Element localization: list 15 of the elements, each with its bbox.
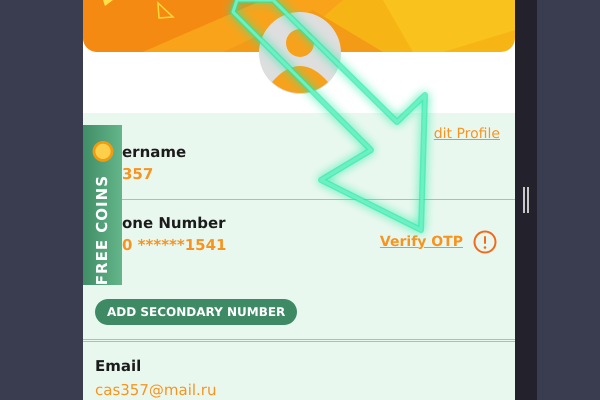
field-value: 0 ******1541 bbox=[122, 236, 226, 254]
field-label: one Number bbox=[122, 214, 226, 232]
field-label: ername bbox=[122, 143, 186, 161]
free-coins-tab[interactable]: FREE COINS bbox=[83, 125, 122, 285]
verify-link[interactable]: Verify OTP bbox=[380, 232, 463, 252]
add-secondary-number-button[interactable]: ADD SECONDARY NUMBER bbox=[95, 299, 298, 325]
field-value: 357 bbox=[122, 165, 154, 183]
field-label: Email bbox=[95, 357, 142, 375]
warning-icon bbox=[473, 230, 497, 254]
resize-handle[interactable] bbox=[523, 187, 529, 213]
edit-profile-link[interactable]: dit Profile bbox=[434, 124, 500, 143]
field-value: cas357@mail.ru bbox=[95, 381, 218, 399]
coin-icon bbox=[90, 140, 114, 163]
avatar-icon bbox=[259, 12, 341, 94]
free-coins-label: FREE COINS bbox=[92, 174, 112, 285]
